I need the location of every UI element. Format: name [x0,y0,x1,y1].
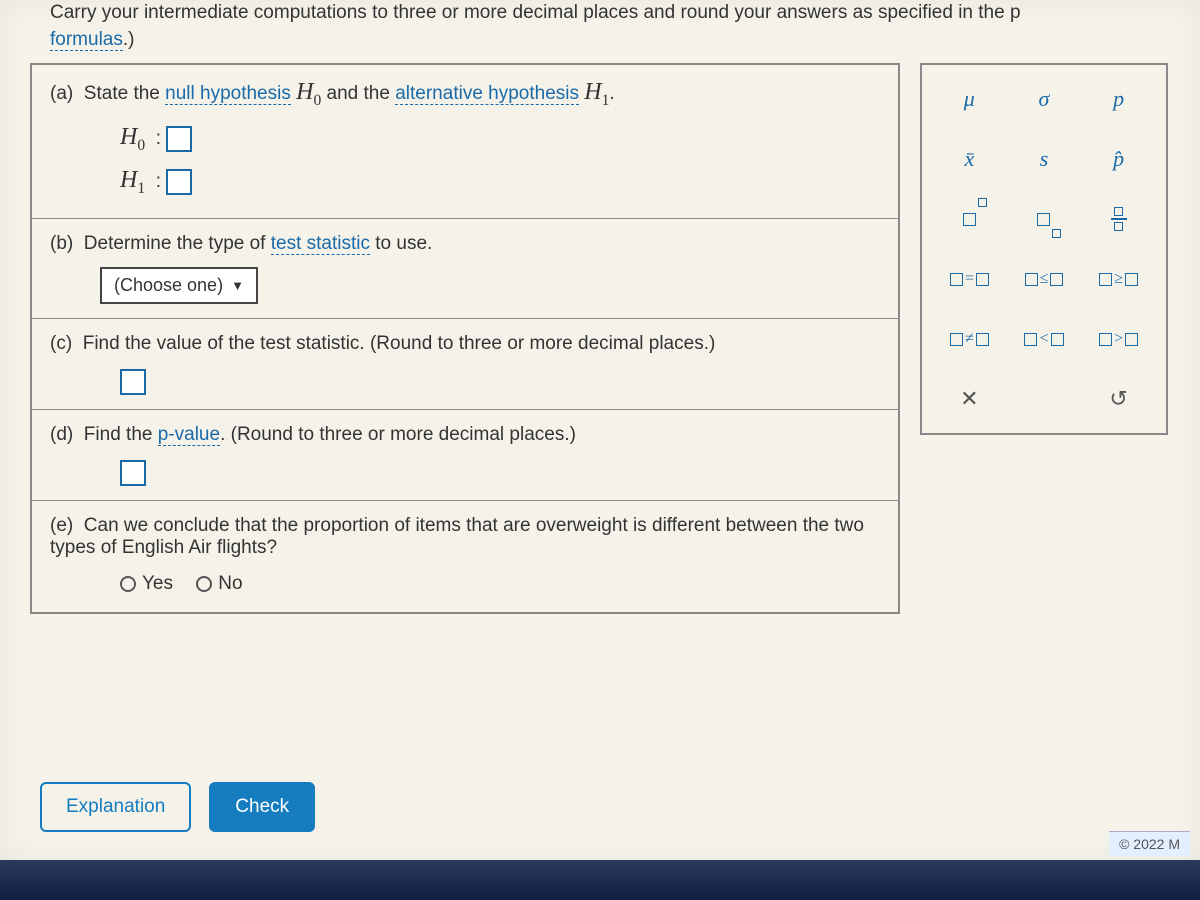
taskbar [0,860,1200,900]
palette-xbar[interactable]: x̄ [938,139,1000,179]
palette-equals[interactable]: = [938,259,1000,299]
intro-text-pre: Carry your intermediate computations to … [50,2,1021,23]
palette-superscript[interactable] [938,199,1000,239]
radio-yes[interactable]: Yes [120,573,173,595]
part-d-text2: . (Round to three or more decimal places… [220,424,576,445]
null-hypothesis-link[interactable]: null hypothesis [165,83,291,105]
radio-no[interactable]: No [196,573,242,595]
palette-reset[interactable]: ↺ [1088,379,1150,419]
intro-text-post: .) [123,29,135,50]
chevron-down-icon: ▼ [231,278,244,293]
check-button[interactable]: Check [209,782,315,832]
copyright: © 2022 M [1109,831,1190,856]
part-e-text: Can we conclude that the proportion of i… [50,515,864,558]
palette-ne[interactable]: ≠ [938,319,1000,359]
part-a-end: . [609,83,614,104]
p-value-input[interactable] [120,460,146,486]
part-a-mid: and the [327,83,396,104]
part-c-label: (c) [50,333,72,354]
dropdown-label: (Choose one) [114,275,223,296]
symbol-palette: μ σ p x̄ s p̂ = ≤ ≥ ≠ < > [920,63,1168,435]
palette-subscript[interactable] [1013,199,1075,239]
part-a-label: (a) [50,83,73,104]
part-b: (b) Determine the type of test statistic… [32,219,898,319]
test-statistic-link[interactable]: test statistic [271,233,370,255]
palette-s[interactable]: s [1013,139,1075,179]
palette-fraction[interactable] [1088,199,1150,239]
part-a: (a) State the null hypothesis H0 and the… [32,65,898,218]
h1-input[interactable] [166,169,192,195]
p-value-link[interactable]: p-value [158,424,220,446]
part-b-text1: Determine the type of [84,233,271,254]
part-a-text1: State the [84,83,165,104]
radio-icon [196,576,212,592]
palette-ge[interactable]: ≥ [1088,259,1150,299]
formulas-link[interactable]: formulas [50,29,123,51]
colon2: : [156,171,161,192]
part-e-label: (e) [50,515,73,536]
part-d-text1: Find the [84,424,158,445]
palette-p[interactable]: p [1088,79,1150,119]
part-c-text: Find the value of the test statistic. (R… [83,333,716,354]
part-b-text2: to use. [370,233,432,254]
question-box: (a) State the null hypothesis H0 and the… [30,63,900,613]
palette-gt[interactable]: > [1088,319,1150,359]
test-statistic-input[interactable] [120,369,146,395]
colon1: : [156,128,161,149]
part-c: (c) Find the value of the test statistic… [32,319,898,410]
h0-input[interactable] [166,126,192,152]
test-statistic-dropdown[interactable]: (Choose one) ▼ [100,267,258,304]
part-d: (d) Find the p-value. (Round to three or… [32,410,898,501]
part-e: (e) Can we conclude that the proportion … [32,501,898,612]
alternative-hypothesis-link[interactable]: alternative hypothesis [395,83,579,105]
yes-label: Yes [142,573,173,595]
palette-le[interactable]: ≤ [1013,259,1075,299]
h0-symbol: H0 [120,124,145,150]
palette-mu[interactable]: μ [938,79,1000,119]
close-icon: ✕ [960,386,978,412]
palette-phat[interactable]: p̂ [1088,139,1150,179]
palette-sigma[interactable]: σ [1013,79,1075,119]
part-d-label: (d) [50,424,73,445]
palette-clear[interactable]: ✕ [938,379,1000,419]
reset-icon: ↺ [1109,386,1127,412]
palette-lt[interactable]: < [1013,319,1075,359]
h1-inline: H1 [584,79,609,105]
part-b-label: (b) [50,233,73,254]
instructions: Carry your intermediate computations to … [0,0,1200,63]
h1-symbol: H1 [120,167,145,193]
h0-inline: H0 [296,79,321,105]
explanation-button[interactable]: Explanation [40,782,191,832]
radio-icon [120,576,136,592]
no-label: No [218,573,242,595]
